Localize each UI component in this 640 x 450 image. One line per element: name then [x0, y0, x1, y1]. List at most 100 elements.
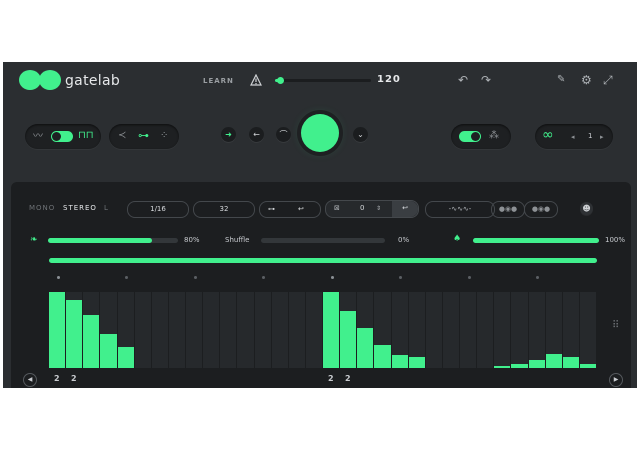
- play-forward-button[interactable]: ➜: [221, 127, 236, 142]
- envelope-toggle[interactable]: [459, 131, 481, 142]
- step-level-bar: [66, 299, 83, 368]
- mode-mono[interactable]: MONO: [29, 204, 55, 212]
- step-column[interactable]: [374, 292, 391, 368]
- page-prev-button[interactable]: ◀: [23, 373, 37, 387]
- pattern-a-button[interactable]: ●◉●: [491, 201, 525, 218]
- rate-selector[interactable]: 1/16: [127, 201, 189, 218]
- step-column[interactable]: [203, 292, 220, 368]
- offset-control[interactable]: ⊠ 0 ⇕ ↩: [325, 200, 419, 218]
- step-marker: [330, 276, 334, 279]
- step-column[interactable]: [237, 292, 254, 368]
- step-column[interactable]: [66, 292, 83, 368]
- usb-icon[interactable]: ⊶: [138, 130, 149, 142]
- step-grid[interactable]: [49, 292, 597, 368]
- mix-slider[interactable]: [48, 238, 178, 243]
- drag-handle-icon[interactable]: ⠿: [612, 320, 619, 332]
- back-button[interactable]: ←: [249, 127, 264, 142]
- step-column[interactable]: [528, 292, 545, 368]
- mode-l[interactable]: L: [104, 204, 109, 212]
- step-column[interactable]: [494, 292, 511, 368]
- stepper-left-icon[interactable]: ◂: [571, 131, 575, 143]
- scatter-icon[interactable]: ⁘: [160, 130, 168, 142]
- stepper-right-icon[interactable]: ▸: [600, 131, 604, 143]
- step-marker: [56, 276, 60, 279]
- step-column[interactable]: [442, 292, 459, 368]
- output-slider[interactable]: [473, 238, 599, 243]
- step-level-bar: [494, 365, 511, 368]
- shuffle-label: Shuffle: [225, 236, 250, 244]
- step-column[interactable]: [323, 292, 340, 368]
- split-icon[interactable]: ≺: [118, 130, 126, 142]
- header-bar: gatelab LEARN 120 ↶ ↷ ✎ ⚙ ⤢: [3, 62, 637, 100]
- waveform-icon: -∿∿∿-: [448, 205, 472, 213]
- warning-icon[interactable]: [250, 74, 262, 86]
- steps-selector[interactable]: 32: [193, 201, 255, 218]
- step-level-bar: [562, 356, 579, 368]
- step-column[interactable]: [271, 292, 288, 368]
- redo-icon[interactable]: ↷: [481, 73, 491, 87]
- step-column[interactable]: [168, 292, 185, 368]
- drops-icon: ♠: [453, 234, 462, 244]
- mode-stereo[interactable]: STEREO: [63, 204, 97, 212]
- shape-button[interactable]: ⌒: [276, 127, 291, 142]
- step-column[interactable]: [49, 292, 66, 368]
- step-level-bar: [545, 354, 562, 368]
- step-column[interactable]: [220, 292, 237, 368]
- waveform-display[interactable]: -∿∿∿-: [425, 201, 495, 218]
- tempo-slider[interactable]: [275, 77, 371, 84]
- randomize-button[interactable]: ☻: [580, 202, 593, 215]
- step-column[interactable]: [288, 292, 305, 368]
- step-column[interactable]: [579, 292, 596, 368]
- step-column[interactable]: [151, 292, 168, 368]
- offset-reset-button[interactable]: ↩: [392, 201, 418, 217]
- pattern-length-bar[interactable]: [49, 258, 597, 263]
- expand-icon[interactable]: ⤢: [603, 73, 613, 87]
- step-column[interactable]: [391, 292, 408, 368]
- step-column[interactable]: [425, 292, 442, 368]
- page-next-button[interactable]: ▶: [609, 373, 623, 387]
- loop-stepper-value: 1: [588, 132, 593, 140]
- step-level-bar: [408, 356, 425, 368]
- key-control[interactable]: ⊶ ↩: [259, 201, 321, 218]
- step-column[interactable]: [511, 292, 528, 368]
- step-column[interactable]: [134, 292, 151, 368]
- step-level-bar: [528, 360, 545, 368]
- updown-icon: ⇕: [376, 205, 382, 212]
- step-column[interactable]: [117, 292, 134, 368]
- gear-icon[interactable]: ⚙: [581, 73, 592, 87]
- step-column[interactable]: [460, 292, 477, 368]
- gatelab-logo-icon: [19, 70, 61, 90]
- step-column[interactable]: [340, 292, 357, 368]
- arrow-left-icon: ←: [253, 130, 260, 139]
- dice-icon: ☻: [582, 204, 591, 213]
- infinity-icon[interactable]: ∞: [542, 128, 554, 142]
- step-column[interactable]: [100, 292, 117, 368]
- step-column[interactable]: [562, 292, 579, 368]
- wave-toggle[interactable]: [51, 131, 73, 142]
- step-label: 2: [345, 374, 351, 383]
- step-column[interactable]: [254, 292, 271, 368]
- curve-icon: ⌒: [279, 130, 288, 139]
- shuffle-slider[interactable]: [261, 238, 385, 243]
- step-level-bar: [117, 347, 134, 368]
- chevron-button[interactable]: ⌄: [353, 127, 368, 142]
- step-column[interactable]: [545, 292, 562, 368]
- grid-icon: ⊠: [334, 204, 340, 212]
- dots-icon: ●◉●: [531, 205, 551, 213]
- main-gate-button[interactable]: [301, 114, 339, 152]
- step-label: 2: [328, 374, 334, 383]
- tempo-slider-handle[interactable]: [276, 77, 284, 84]
- step-column[interactable]: [83, 292, 100, 368]
- step-column[interactable]: [477, 292, 494, 368]
- step-level-bar: [323, 292, 340, 368]
- step-column[interactable]: [408, 292, 425, 368]
- offset-value: 0: [360, 204, 365, 212]
- step-column[interactable]: [186, 292, 203, 368]
- undo-icon[interactable]: ↶: [458, 73, 468, 87]
- learn-button[interactable]: LEARN: [203, 77, 234, 85]
- step-column[interactable]: [357, 292, 374, 368]
- pattern-b-button[interactable]: ●◉●: [524, 201, 558, 218]
- step-column[interactable]: [305, 292, 322, 368]
- fan-icon[interactable]: ⁂: [489, 130, 499, 142]
- pen-icon[interactable]: ✎: [557, 73, 565, 87]
